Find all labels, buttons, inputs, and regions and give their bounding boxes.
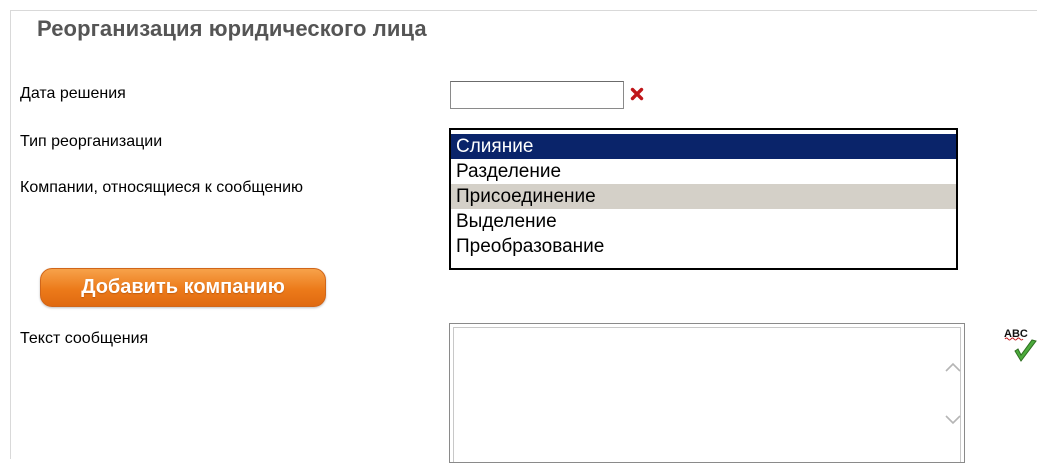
reorg-option-merger[interactable]: Слияние: [451, 134, 956, 159]
reorg-option-accession[interactable]: Присоединение: [451, 184, 956, 209]
reorg-option-separation[interactable]: Выделение: [451, 209, 956, 234]
decision-date-label: Дата решения: [20, 85, 126, 102]
clear-date-icon[interactable]: [629, 86, 645, 102]
reorg-type-listbox[interactable]: Слияние Разделение Присоединение Выделен…: [449, 128, 958, 270]
message-text-label: Текст сообщения: [20, 330, 149, 347]
reorg-type-label: Тип реорганизации: [20, 133, 163, 150]
reorg-option-division[interactable]: Разделение: [451, 159, 956, 184]
message-text-area[interactable]: [449, 323, 965, 463]
decision-date-input[interactable]: [450, 81, 624, 109]
page-title: Реорганизация юридического лица: [37, 16, 427, 41]
add-company-button[interactable]: Добавить компанию: [40, 268, 326, 307]
scroll-up-icon[interactable]: [945, 362, 961, 372]
scroll-down-icon[interactable]: [945, 415, 961, 425]
reorg-option-transformation[interactable]: Преобразование: [451, 234, 956, 259]
spellcheck-icon[interactable]: ABC: [1003, 325, 1037, 365]
companies-label: Компании, относящиеся к сообщению: [20, 179, 304, 196]
message-text-inner[interactable]: [453, 327, 961, 462]
